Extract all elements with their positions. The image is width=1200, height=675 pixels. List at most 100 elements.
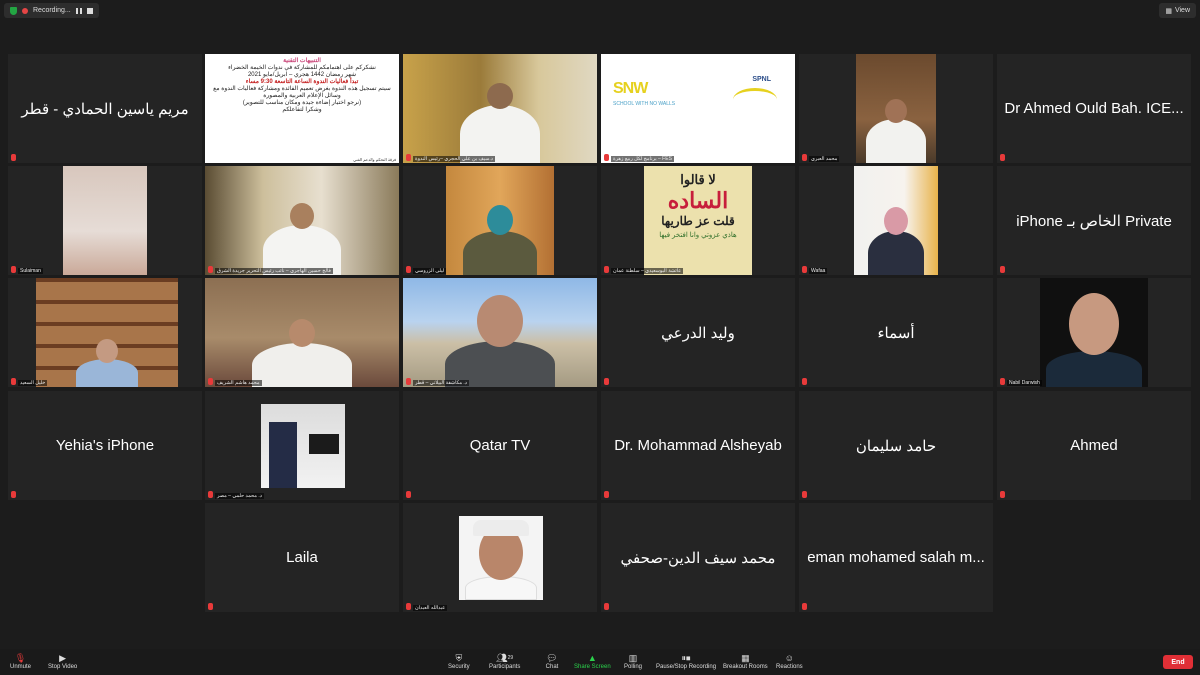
participant-tile[interactable]: حامد سليمان (799, 391, 993, 500)
end-button[interactable]: End (1163, 655, 1193, 669)
chat-icon: 💬︎ (546, 652, 558, 663)
spnl-logo: SPNL (752, 76, 771, 83)
muted-mic-icon (1000, 266, 1005, 273)
shield-icon: ⛨ (455, 652, 463, 663)
participant-tile[interactable]: Dr. Mohammad Alsheyab (601, 391, 795, 500)
participant-label: Sulaiman (18, 268, 43, 274)
participant-name: أسماء (877, 324, 915, 342)
slide-line: تبدأ فعاليات الندوة الساعة التاسعة 9:30 … (245, 79, 359, 85)
muted-mic-icon (604, 603, 609, 610)
participant-video-tile[interactable]: Nabil Darwish (997, 278, 1191, 387)
recording-indicator[interactable]: Recording... (4, 3, 99, 18)
video-feed (856, 54, 936, 163)
participant-label: د. محمد حلمي – مصر (215, 493, 264, 499)
view-button[interactable]: ▦ View (1159, 3, 1196, 18)
breakout-rooms-button[interactable]: ▦ Breakout Rooms (723, 652, 768, 671)
muted-mic-icon (208, 378, 213, 385)
meeting-toolbar: 🎙︎ Unmute ▶︎ Stop Video ⛨ Security 👥︎ 29 … (0, 649, 1200, 675)
participant-figure (866, 119, 926, 163)
security-label: Security (448, 664, 470, 670)
participants-button[interactable]: 👥︎ 29 Participants (489, 652, 520, 671)
participant-video-tile[interactable]: عبدالله العبدان (403, 503, 597, 612)
participant-tile[interactable]: Qatar TV (403, 391, 597, 500)
polling-button[interactable]: ▥ Polling (624, 652, 642, 671)
view-label: View (1174, 7, 1190, 14)
muted-mic-icon (11, 378, 16, 385)
participant-head (487, 83, 513, 109)
unmute-button[interactable]: 🎙︎ Unmute (10, 652, 32, 671)
video-feed (446, 166, 554, 275)
muted-mic-icon (802, 154, 807, 161)
participant-tile[interactable]: أسماء (799, 278, 993, 387)
participant-head (885, 99, 907, 123)
participant-tile[interactable]: Laila (205, 503, 399, 612)
participant-video-tile[interactable]: فالح حسين الهاجري – نائب رئيس التحرير جر… (205, 166, 399, 275)
muted-mic-icon (802, 266, 807, 273)
bar-chart-icon: ▥ (628, 652, 638, 663)
sign-line: لا قالوا (680, 172, 716, 187)
participant-video-tile[interactable]: خليل السعيد (8, 278, 202, 387)
participant-label: برنامج لكل ربيع زهرة – FES (611, 156, 674, 162)
muted-mic-icon (802, 603, 807, 610)
muted-mic-icon (604, 266, 609, 273)
participant-name: وليد الدرعي (661, 324, 735, 342)
share-screen-button[interactable]: ▲ Share Screen (574, 652, 611, 670)
participant-video-tile[interactable]: Sulaiman (8, 166, 202, 275)
participant-tile[interactable]: وليد الدرعي (601, 278, 795, 387)
recording-dot-icon (22, 7, 28, 14)
participant-head (289, 319, 315, 347)
participant-name: حامد سليمان (855, 437, 937, 455)
participant-video-tile[interactable]: محمد هاشم الشريف (205, 278, 399, 387)
participant-label: د.سيف بن علي الحجري –رئيس الندوة (413, 156, 496, 162)
participant-video-tile[interactable]: ليلى الزروسي (403, 166, 597, 275)
participant-tile[interactable]: eman mohamed salah m... (799, 503, 993, 612)
participant-name: محمد سيف الدين-صحفي (620, 549, 776, 567)
stop-video-label: Stop Video (48, 664, 78, 670)
muted-mic-icon (802, 378, 807, 385)
shared-slide-tile[interactable]: التنبيهات التقنية نشكركم على اهتمامكم لل… (205, 54, 399, 163)
participant-head (1069, 293, 1119, 355)
participant-head (290, 203, 314, 229)
participant-tile[interactable]: iPhone الخاص بـ Private (997, 166, 1191, 275)
grid-icon: ▦ (1165, 7, 1172, 15)
participant-video-tile[interactable]: د. محمد حلمي – مصر (205, 391, 399, 500)
active-speaker-tile[interactable]: د. مكاشفة البيلاتي – قطر (403, 278, 597, 387)
unmute-label: Unmute (10, 664, 32, 670)
participant-video-tile[interactable]: محمد العبري (799, 54, 993, 163)
participants-count: 29 (507, 655, 514, 661)
muted-mic-icon (208, 491, 213, 498)
share-screen-label: Share Screen (574, 664, 611, 670)
security-button[interactable]: ⛨ Security (448, 652, 470, 671)
participant-head (96, 339, 118, 363)
pause-stop-icon: ⏸︎⏹︎ (681, 652, 691, 663)
participant-label: خليل السعيد (18, 380, 48, 386)
muted-mic-icon (11, 266, 16, 273)
muted-mic-icon (1000, 378, 1005, 385)
participant-video-tile[interactable]: لا قالوا الساده قلت عز طاريها هاذي عزوتي… (601, 166, 795, 275)
participant-label: محمد هاشم الشريف (215, 380, 262, 386)
participant-video-tile[interactable]: د.سيف بن علي الحجري –رئيس الندوة (403, 54, 597, 163)
participant-video-tile[interactable]: Wafaa (799, 166, 993, 275)
participant-tile[interactable]: مريم ياسين الحمادي - قطر (8, 54, 202, 163)
participant-tile[interactable]: Yehia's iPhone (8, 391, 202, 500)
headwear (473, 520, 529, 536)
top-bar: Recording... ▦ View (0, 0, 1200, 22)
bird-logo-icon (733, 88, 777, 111)
video-feed (403, 278, 597, 387)
participant-tile[interactable]: Dr Ahmed Ould Bah. ICE... (997, 54, 1191, 163)
recording-label: Recording... (33, 7, 71, 14)
participant-video-tile[interactable]: SNW SCHOOL WITH NO WALLS SPNL برنامج لكل… (601, 54, 795, 163)
participant-tile[interactable]: Ahmed (997, 391, 1191, 500)
stop-video-button[interactable]: ▶︎ Stop Video (48, 652, 78, 671)
slide-line: نشكركم على اهتمامكم للمشاركة في ندوات ال… (228, 65, 376, 71)
chat-button[interactable]: 💬︎ Chat (545, 652, 559, 671)
pause-icon[interactable] (75, 7, 82, 14)
reactions-button[interactable]: ☺ Reactions (776, 652, 803, 670)
video-feed (36, 278, 178, 387)
stop-icon[interactable] (86, 7, 93, 14)
participant-tile[interactable]: محمد سيف الدين-صحفي (601, 503, 795, 612)
video-feed: لا قالوا الساده قلت عز طاريها هاذي عزوتي… (644, 166, 752, 275)
pause-recording-button[interactable]: ⏸︎⏹︎ Pause/Stop Recording (656, 652, 716, 671)
video-feed (63, 166, 147, 275)
muted-mic-icon (604, 154, 609, 161)
